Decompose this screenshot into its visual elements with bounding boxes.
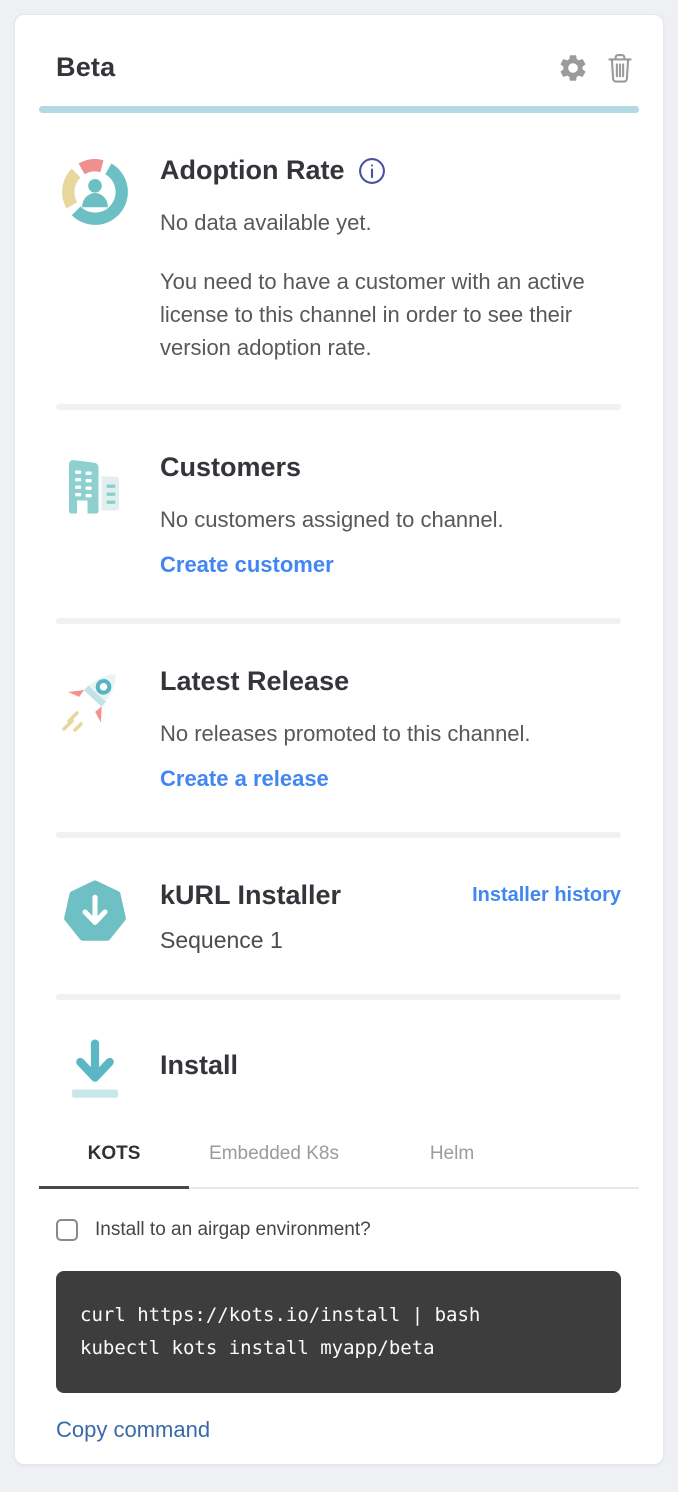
copy-command-link[interactable]: Copy command bbox=[56, 1417, 210, 1443]
header-actions bbox=[557, 51, 635, 84]
kurl-installer-title: kURL Installer bbox=[160, 878, 341, 913]
heptagon-download-icon bbox=[61, 878, 129, 951]
latest-release-empty-text: No releases promoted to this channel. bbox=[160, 717, 639, 750]
adoption-empty-text: No data available yet. bbox=[160, 206, 639, 239]
adoption-rate-title: Adoption Rate bbox=[160, 153, 344, 188]
adoption-donut-icon bbox=[58, 153, 132, 236]
channel-accent-bar bbox=[39, 106, 639, 113]
tab-embedded-k8s[interactable]: Embedded K8s bbox=[189, 1143, 359, 1187]
info-icon[interactable] bbox=[358, 157, 386, 185]
installer-sequence-text: Sequence 1 bbox=[160, 927, 639, 954]
code-line: curl https://kots.io/install | bash bbox=[80, 1299, 597, 1332]
trash-icon[interactable] bbox=[605, 51, 635, 84]
latest-release-title: Latest Release bbox=[160, 664, 639, 699]
download-arrow-icon bbox=[62, 1036, 128, 1115]
customers-empty-text: No customers assigned to channel. bbox=[160, 503, 639, 536]
section-latest-release: Latest Release No releases promoted to t… bbox=[39, 624, 639, 792]
customers-title: Customers bbox=[160, 450, 639, 485]
install-command-code[interactable]: curl https://kots.io/install | bash kube… bbox=[56, 1271, 621, 1392]
buildings-icon bbox=[59, 450, 131, 527]
tab-kots[interactable]: KOTS bbox=[39, 1143, 189, 1189]
card-header: Beta bbox=[39, 15, 639, 84]
install-title: Install bbox=[160, 1048, 639, 1083]
gear-icon[interactable] bbox=[557, 52, 589, 84]
tab-helm[interactable]: Helm bbox=[359, 1143, 545, 1187]
install-tabs: KOTS Embedded K8s Helm bbox=[39, 1143, 639, 1189]
section-kurl-installer: kURL Installer Installer history Sequenc… bbox=[39, 838, 639, 954]
adoption-empty-description: You need to have a customer with an acti… bbox=[160, 265, 597, 364]
section-customers: Customers No customers assigned to chann… bbox=[39, 410, 639, 578]
airgap-checkbox[interactable] bbox=[56, 1219, 78, 1241]
channel-card: Beta bbox=[14, 14, 664, 1465]
section-adoption-rate: Adoption Rate No data available yet. You… bbox=[39, 113, 639, 364]
section-install: Install bbox=[39, 1000, 639, 1115]
airgap-label[interactable]: Install to an airgap environment? bbox=[95, 1219, 371, 1241]
installer-history-link[interactable]: Installer history bbox=[472, 884, 621, 907]
airgap-option-row: Install to an airgap environment? bbox=[56, 1219, 639, 1241]
code-line: kubectl kots install myapp/beta bbox=[80, 1332, 597, 1365]
rocket-icon bbox=[56, 664, 134, 745]
create-customer-link[interactable]: Create customer bbox=[160, 552, 334, 578]
create-release-link[interactable]: Create a release bbox=[160, 766, 329, 792]
channel-title: Beta bbox=[56, 52, 115, 83]
